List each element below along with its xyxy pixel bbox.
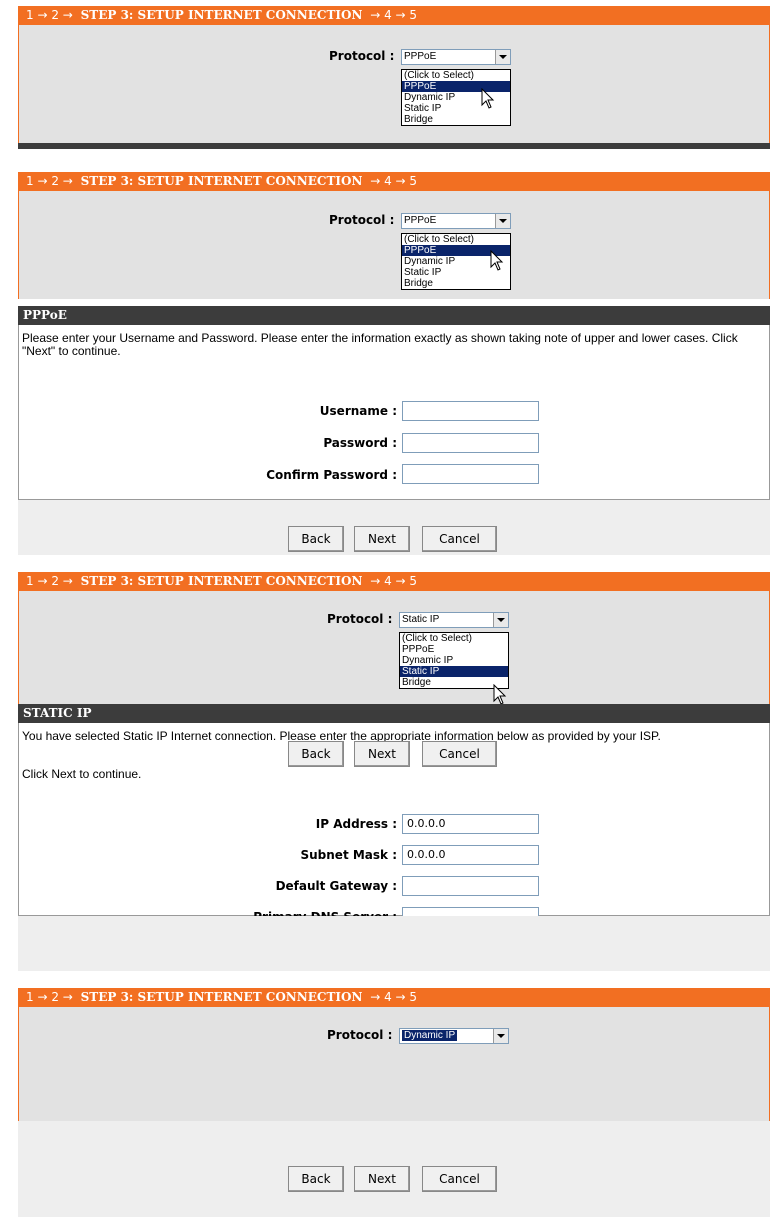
cancel-button[interactable]: Cancel: [422, 526, 497, 552]
option-static-ip[interactable]: Static IP: [400, 666, 508, 677]
subnet-mask-label: Subnet Mask :: [300, 848, 397, 862]
password-field[interactable]: [402, 433, 539, 453]
protocol-panel: Protocol : Static IP (Click to Select) P…: [18, 591, 770, 704]
option-click-to-select[interactable]: (Click to Select): [400, 633, 508, 644]
protocol-panel: Protocol : Dynamic IP: [18, 1007, 770, 1121]
back-button[interactable]: Back: [288, 526, 344, 552]
wizard-step-header: 1 → 2 → STEP 3: SETUP INTERNET CONNECTIO…: [18, 988, 770, 1007]
next-button[interactable]: Next: [354, 1166, 410, 1192]
protocol-select[interactable]: PPPoE: [401, 49, 511, 65]
wizard-step-header: 1 → 2 → STEP 3: SETUP INTERNET CONNECTIO…: [18, 572, 770, 591]
confirm-password-label: Confirm Password :: [266, 468, 397, 482]
chevron-down-icon[interactable]: [493, 1029, 508, 1043]
option-dynamic-ip[interactable]: Dynamic IP: [400, 655, 508, 666]
chevron-down-icon[interactable]: [495, 214, 510, 228]
option-bridge[interactable]: Bridge: [402, 278, 510, 289]
protocol-panel: Protocol : PPPoE (Click to Select) PPPoE…: [18, 191, 770, 299]
section-header-pppoe: PPPoE: [18, 306, 770, 325]
password-label: Password :: [323, 436, 397, 450]
chevron-down-icon[interactable]: [493, 613, 508, 627]
protocol-select[interactable]: PPPoE: [401, 213, 511, 229]
ip-address-field[interactable]: 0.0.0.0: [402, 814, 539, 834]
section-header-static-ip: STATIC IP: [18, 704, 770, 723]
protocol-label: Protocol :: [329, 49, 395, 63]
cancel-button[interactable]: Cancel: [422, 1166, 497, 1192]
subnet-mask-field[interactable]: 0.0.0.0: [402, 845, 539, 865]
protocol-select[interactable]: Static IP: [399, 612, 509, 628]
option-bridge[interactable]: Bridge: [402, 114, 510, 125]
cancel-button[interactable]: Cancel: [422, 741, 497, 767]
protocol-label: Protocol :: [327, 612, 393, 626]
protocol-select[interactable]: Dynamic IP: [399, 1028, 509, 1044]
next-button[interactable]: Next: [354, 741, 410, 767]
step-title: STEP 3: SETUP INTERNET CONNECTION: [80, 174, 363, 188]
divider: [18, 143, 770, 149]
ip-address-label: IP Address :: [315, 817, 397, 831]
wizard-step-header: 1 → 2 → STEP 3: SETUP INTERNET CONNECTIO…: [18, 6, 770, 25]
wizard-step-header: 1 → 2 → STEP 3: SETUP INTERNET CONNECTIO…: [18, 172, 770, 191]
button-bar: [18, 916, 770, 971]
protocol-label: Protocol :: [329, 213, 395, 227]
static-ip-note: Click Next to continue.: [22, 767, 142, 781]
back-button[interactable]: Back: [288, 1166, 344, 1192]
confirm-password-field[interactable]: [402, 464, 539, 484]
option-click-to-select[interactable]: (Click to Select): [402, 234, 510, 245]
default-gateway-field[interactable]: [402, 876, 539, 896]
option-pppoe[interactable]: PPPoE: [400, 644, 508, 655]
username-field[interactable]: [402, 401, 539, 421]
step-title: STEP 3: SETUP INTERNET CONNECTION: [80, 574, 363, 588]
step-title: STEP 3: SETUP INTERNET CONNECTION: [80, 8, 363, 22]
next-button[interactable]: Next: [354, 526, 410, 552]
protocol-label: Protocol :: [327, 1028, 393, 1042]
step-title: STEP 3: SETUP INTERNET CONNECTION: [80, 990, 363, 1004]
chevron-down-icon[interactable]: [495, 50, 510, 64]
back-button[interactable]: Back: [288, 741, 344, 767]
pppoe-description: Please enter your Username and Password.…: [22, 331, 738, 358]
protocol-panel: Protocol : PPPoE (Click to Select) PPPoE…: [18, 25, 770, 143]
option-click-to-select[interactable]: (Click to Select): [402, 70, 510, 81]
username-label: Username :: [319, 404, 397, 418]
option-bridge[interactable]: Bridge: [400, 677, 508, 688]
protocol-dropdown-list[interactable]: (Click to Select) PPPoE Dynamic IP Stati…: [399, 632, 509, 689]
default-gateway-label: Default Gateway :: [275, 879, 397, 893]
